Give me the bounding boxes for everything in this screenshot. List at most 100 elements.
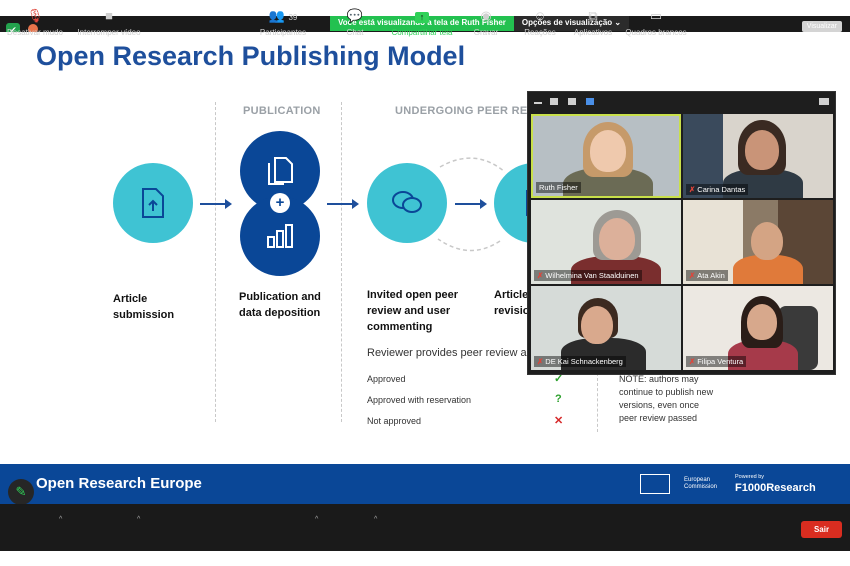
column-head-peer-review: UNDERGOING PEER REVIE (395, 105, 547, 117)
video-tile[interactable]: ✗ DE Kai Schnackenberg (531, 286, 681, 370)
participant-name-text: DE Kai Schnackenberg (545, 357, 623, 366)
ec-line: Commission (684, 484, 718, 490)
participants-button[interactable]: 👥 39 Participantes (256, 0, 310, 47)
meeting-toolbar (0, 504, 850, 551)
flow-arrow (200, 199, 232, 209)
muted-mic-icon: ✗ (537, 357, 544, 366)
muted-mic-icon: ✗ (689, 357, 696, 366)
whiteboard-icon: ▭ (649, 8, 663, 23)
step-line: submission (113, 309, 175, 321)
participant-name: ✗ Filipa Ventura (686, 356, 747, 367)
participant-name: ✗ Wilhelmina Van Staalduinen (534, 270, 642, 281)
leave-meeting-button[interactable]: Sair (801, 521, 842, 538)
video-gallery[interactable]: Ruth Fisher ✗ Carina Dantas ✗ Wilhelmina V… (527, 91, 836, 375)
share-screen-icon: ↑ (388, 0, 456, 23)
step-line: review and user (367, 305, 451, 317)
video-label: Interromper vídeo (77, 28, 141, 37)
share-screen-button[interactable]: ↑ Compartilhar tela (388, 0, 456, 47)
annotate-pen-icon[interactable]: ✎ (8, 479, 34, 505)
mute-button[interactable]: 🎙 Desativar mudo (4, 0, 66, 47)
participant-face (745, 130, 779, 170)
footer-title: Open Research Europe (36, 475, 202, 492)
reactions-label: Reações (524, 28, 556, 37)
reactions-button[interactable]: ☺ Reações (522, 0, 558, 47)
note-text: NOTE: authors may continue to publish ne… (619, 373, 713, 425)
video-tile[interactable]: ✗ Carina Dantas (683, 114, 833, 198)
participant-face (751, 222, 783, 260)
status-approved: Approved (367, 374, 406, 384)
step-line: revisio (494, 305, 530, 317)
chevron-up-icon[interactable]: ^ (137, 516, 140, 523)
participants-icon: 👥 39 (268, 8, 298, 23)
mic-off-icon: 🎙 (26, 8, 44, 23)
chat-label: Chat (346, 28, 364, 37)
participant-name: ✗ Carina Dantas (686, 184, 749, 195)
status-approved-reservation: Approved with reservation (367, 395, 472, 405)
step-line: data deposition (239, 307, 321, 319)
record-icon: ◉ (480, 8, 492, 23)
chat-bubbles-icon (392, 191, 422, 213)
column-head-publication: PUBLICATION (243, 105, 321, 117)
participant-face (581, 306, 613, 344)
participants-label: Participantes (259, 28, 307, 37)
whiteboards-label: Quadros brancos (625, 28, 687, 37)
eu-flag-icon (640, 474, 670, 494)
gallery-view-icon[interactable] (586, 98, 594, 105)
apps-button[interactable]: ⧉ Aplicativos (570, 0, 616, 47)
note-line: peer review passed (619, 413, 698, 423)
muted-mic-icon: ✗ (537, 271, 544, 280)
record-label: Gravar (473, 28, 499, 37)
video-tile[interactable]: ✗ Ata Akin (683, 200, 833, 284)
strip-view-icon[interactable] (568, 98, 576, 105)
mute-label: Desativar mudo (6, 28, 64, 37)
video-tile[interactable]: ✗ Filipa Ventura (683, 286, 833, 370)
flow-arrow (455, 199, 487, 209)
divider (341, 102, 342, 422)
ec-label: European Commission (684, 477, 717, 491)
participant-name-text: Wilhelmina Van Staalduinen (545, 271, 639, 280)
step-label-revision: Article revisio (494, 287, 529, 319)
flow-arrow (327, 199, 359, 209)
chevron-up-icon[interactable]: ^ (374, 516, 377, 523)
f1000-logo: F1000Research (735, 482, 816, 494)
smile-icon: ☺ (533, 8, 547, 23)
participant-face (590, 130, 626, 172)
divider (215, 102, 216, 422)
submission-circle (113, 163, 193, 243)
participant-name-text: Ata Akin (697, 271, 725, 280)
apps-icon: ⧉ (588, 8, 598, 23)
camera-icon: ■ (105, 8, 113, 23)
powered-by: Powered by (735, 474, 765, 480)
record-button[interactable]: ◉ Gravar (471, 0, 501, 47)
cross-icon: ✕ (554, 415, 564, 427)
minimize-icon[interactable] (534, 102, 542, 104)
participant-name: ✗ DE Kai Schnackenberg (534, 356, 626, 367)
chevron-up-icon[interactable]: ^ (315, 516, 318, 523)
video-button[interactable]: ■ Interromper vídeo (73, 0, 145, 47)
step-line: commenting (367, 321, 433, 333)
step-line: Article (494, 289, 529, 301)
muted-mic-icon: ✗ (689, 185, 696, 194)
chevron-up-icon[interactable]: ^ (59, 516, 62, 523)
share-label: Compartilhar tela (391, 28, 453, 37)
bar-chart-icon (267, 224, 293, 248)
chat-button[interactable]: 💬 Chat (340, 0, 370, 47)
status-not-approved: Not approved (367, 416, 422, 426)
whiteboards-button[interactable]: ▭ Quadros brancos (622, 0, 690, 47)
view-button[interactable]: Visualizar (801, 21, 842, 32)
step-line: Publication and (239, 291, 321, 303)
step-label-publication: Publication and data deposition (239, 289, 321, 321)
ec-line: European (684, 477, 711, 483)
participants-count: 39 (288, 13, 298, 22)
video-tile[interactable]: ✗ Wilhelmina Van Staalduinen (531, 200, 681, 284)
step-line: Invited open peer (367, 289, 459, 301)
video-tile[interactable]: Ruth Fisher (531, 114, 681, 198)
note-line: versions, even once (619, 400, 700, 410)
gallery-toolbar (528, 92, 835, 112)
participant-name-text: Carina Dantas (697, 185, 746, 194)
reviewer-text: Reviewer provides peer review an (367, 347, 533, 359)
exit-fullscreen-icon[interactable] (819, 98, 829, 105)
speaker-view-icon[interactable] (550, 98, 558, 105)
muted-mic-icon: ✗ (689, 271, 696, 280)
participant-face (599, 218, 635, 260)
